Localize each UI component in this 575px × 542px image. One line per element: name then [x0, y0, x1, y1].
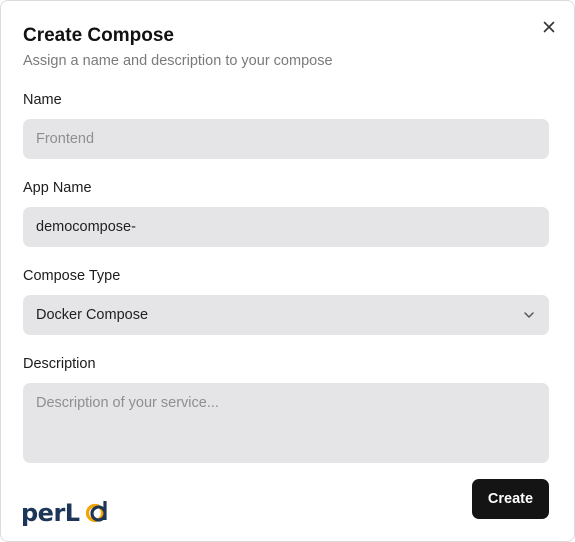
app-name-input[interactable] [23, 207, 549, 247]
app-name-label: App Name [23, 180, 92, 196]
name-input[interactable] [23, 119, 549, 159]
chevron-down-icon [522, 308, 536, 322]
compose-type-value: Docker Compose [36, 307, 149, 323]
compose-type-label: Compose Type [23, 268, 121, 284]
dialog-subtitle: Assign a name and description to your co… [23, 53, 333, 69]
name-label: Name [23, 92, 62, 108]
create-button[interactable]: Create [472, 479, 549, 519]
dialog-title: Create Compose [23, 25, 174, 46]
close-icon[interactable] [539, 17, 559, 37]
svg-text:perL: perL [21, 499, 80, 527]
create-compose-dialog: Create Compose Assign a name and descrip… [0, 0, 575, 542]
perlod-logo: perL [21, 493, 121, 529]
description-label: Description [23, 356, 96, 372]
compose-type-select[interactable]: Docker Compose [23, 295, 549, 335]
description-textarea[interactable] [23, 383, 549, 463]
